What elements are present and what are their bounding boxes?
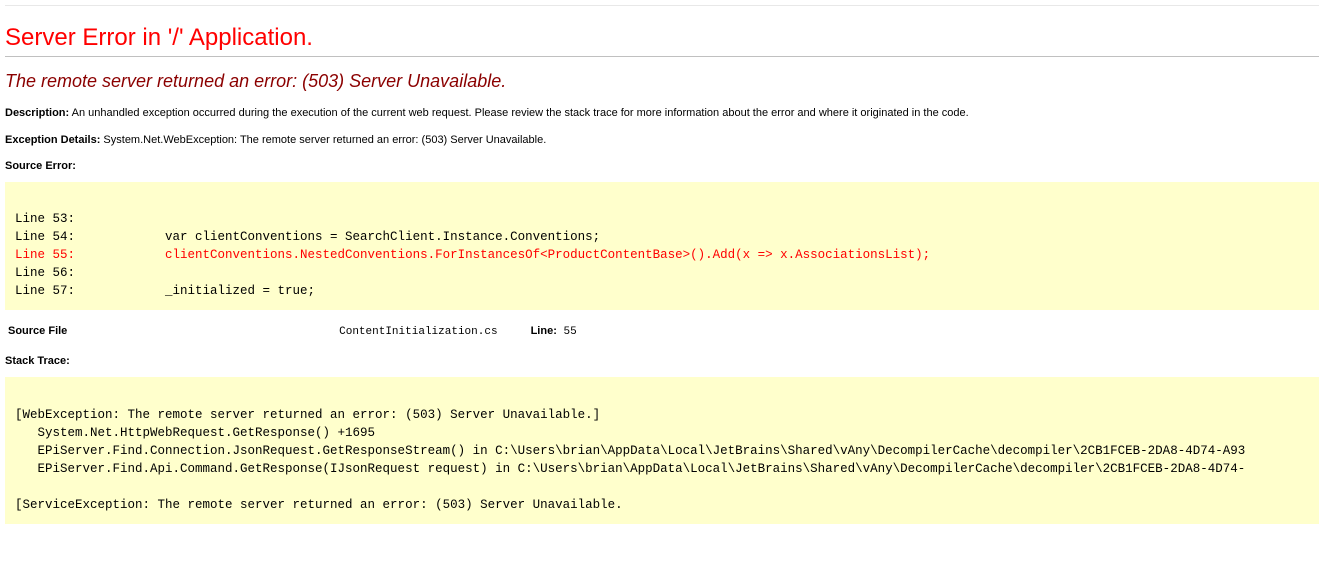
source-line: Line 53: bbox=[15, 212, 75, 226]
source-line: Line 57: _initialized = true; bbox=[15, 284, 315, 298]
stack-trace-label: Stack Trace: bbox=[5, 355, 1319, 367]
stack-trace-box: [WebException: The remote server returne… bbox=[5, 377, 1319, 524]
source-error-label: Source Error: bbox=[5, 160, 1319, 172]
exception-details-row: Exception Details: System.Net.WebExcepti… bbox=[5, 133, 1319, 148]
description-text: An unhandled exception occurred during t… bbox=[72, 107, 969, 119]
source-line: Line 55: clientConventions.NestedConvent… bbox=[15, 248, 930, 262]
exception-details-label: Exception Details: bbox=[5, 134, 100, 146]
source-line: Line 56: bbox=[15, 266, 75, 280]
source-file-value: ContentInitialization.cs bbox=[339, 326, 497, 338]
line-value: 55 bbox=[563, 326, 576, 338]
exception-details-text: System.Net.WebException: The remote serv… bbox=[103, 134, 546, 146]
error-heading: The remote server returned an error: (50… bbox=[5, 71, 1319, 92]
title-rule bbox=[5, 56, 1319, 57]
description-label: Description: bbox=[5, 107, 69, 119]
source-file-label: Source File bbox=[7, 324, 336, 339]
source-error-code: Line 53: Line 54: var clientConventions … bbox=[15, 192, 1309, 301]
line-label: Line: bbox=[531, 325, 557, 337]
top-rule bbox=[5, 5, 1319, 6]
source-line: Line 54: var clientConventions = SearchC… bbox=[15, 230, 600, 244]
page-title: Server Error in '/' Application. bbox=[5, 24, 1319, 52]
source-file-row: Source File ContentInitialization.cs Lin… bbox=[5, 322, 1319, 341]
source-error-box: Line 53: Line 54: var clientConventions … bbox=[5, 182, 1319, 311]
description-row: Description: An unhandled exception occu… bbox=[5, 106, 1319, 121]
stack-trace-code: [WebException: The remote server returne… bbox=[15, 387, 1309, 514]
